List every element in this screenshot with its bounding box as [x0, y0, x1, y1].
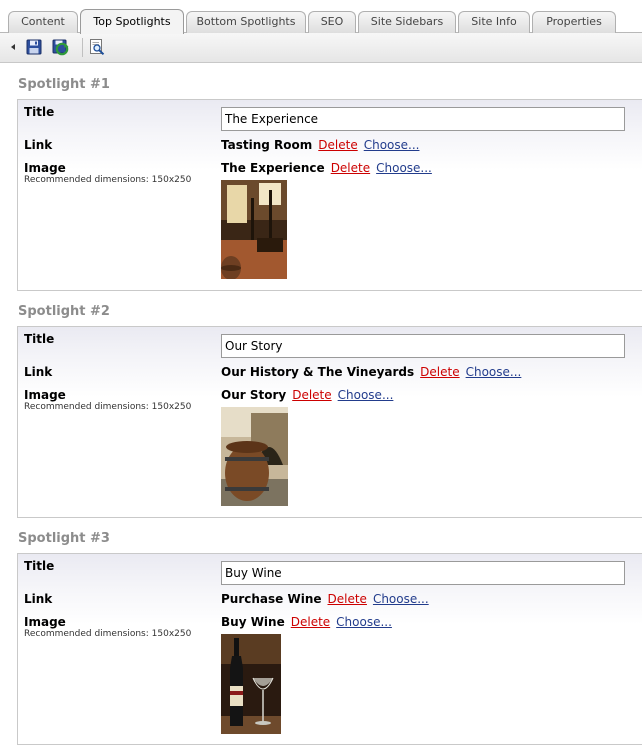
collapse-arrow-icon[interactable] — [11, 44, 15, 50]
toolbar — [0, 33, 642, 63]
toolbar-separator — [82, 38, 83, 57]
spotlight-3-thumbnail — [221, 634, 281, 734]
spotlight-3-link-value: Purchase Wine — [221, 592, 322, 606]
spotlight-1-image-choose[interactable]: Choose... — [376, 161, 432, 175]
spotlight-1-thumbnail — [221, 180, 287, 279]
spotlight-2-image-value: Our Story — [221, 388, 287, 402]
spotlight-3-title-input[interactable] — [221, 561, 625, 585]
spotlight-2-link-choose[interactable]: Choose... — [466, 365, 522, 379]
spotlight-3-image-delete[interactable]: Delete — [291, 615, 330, 629]
link-label: Link — [24, 138, 53, 152]
spotlight-1-image-row: The Experience Delete Choose... — [221, 161, 432, 175]
image-dimensions-hint: Recommended dimensions: 150x250 — [24, 629, 192, 639]
spotlight-1-image-value: The Experience — [221, 161, 325, 175]
spotlight-3-panel: Title Link Purchase WineDeleteChoose... … — [17, 553, 642, 745]
spotlight-1-link-value: Tasting Room — [221, 138, 313, 152]
spotlight-2-panel: Title Link Our History & The Vineyards De… — [17, 326, 642, 518]
spotlight-1-link-row: Tasting Room Delete Choose... — [221, 138, 419, 152]
spotlight-2-image-choose[interactable]: Choose... — [338, 388, 394, 402]
preview-icon[interactable] — [89, 39, 105, 55]
spotlight-3-image-row: Buy Wine Delete Choose... — [221, 615, 392, 629]
spotlight-2-heading: Spotlight #2 — [18, 304, 110, 319]
spotlight-3-heading: Spotlight #3 — [18, 531, 110, 546]
link-label: Link — [24, 592, 53, 606]
spotlight-3-image-choose[interactable]: Choose... — [336, 615, 392, 629]
title-label: Title — [24, 559, 55, 573]
tab-site-sidebars[interactable]: Site Sidebars — [358, 11, 456, 33]
title-label: Title — [24, 332, 55, 346]
tab-seo[interactable]: SEO — [308, 11, 356, 33]
spotlight-1-image-delete[interactable]: Delete — [331, 161, 370, 175]
spotlight-2-link-delete[interactable]: Delete — [420, 365, 459, 379]
image-dimensions-hint: Recommended dimensions: 150x250 — [24, 402, 192, 412]
spotlight-2-thumbnail — [221, 407, 288, 506]
spotlight-1-title-input[interactable] — [221, 107, 625, 131]
save-icon[interactable] — [26, 39, 42, 55]
spotlight-2-title-input[interactable] — [221, 334, 625, 358]
save-publish-icon[interactable] — [51, 38, 69, 56]
spotlight-2-image-delete[interactable]: Delete — [292, 388, 331, 402]
spotlight-1-link-choose[interactable]: Choose... — [364, 138, 420, 152]
image-dimensions-hint: Recommended dimensions: 150x250 — [24, 175, 192, 185]
spotlight-3-link-row: Purchase Wine Delete Choose... — [221, 592, 429, 606]
spotlight-3-image-value: Buy Wine — [221, 615, 285, 629]
tab-content[interactable]: Content — [8, 11, 78, 33]
image-label: Image — [24, 388, 66, 402]
spotlight-3-link-delete[interactable]: Delete — [328, 592, 367, 606]
image-label: Image — [24, 161, 66, 175]
link-label: Link — [24, 365, 53, 379]
spotlight-3-link-choose[interactable]: Choose... — [373, 592, 429, 606]
spotlight-2-image-row: Our Story Delete Choose... — [221, 388, 393, 402]
image-label: Image — [24, 615, 66, 629]
title-label: Title — [24, 105, 55, 119]
tab-site-info[interactable]: Site Info — [458, 11, 530, 33]
tab-bar: Content Top Spotlights Bottom Spotlights… — [0, 0, 642, 34]
spotlight-1-link-delete[interactable]: Delete — [318, 138, 357, 152]
tab-bottom-spotlights[interactable]: Bottom Spotlights — [186, 11, 306, 33]
spotlight-1-panel: Title Link Tasting Room Delete Choose... I… — [17, 99, 642, 291]
spotlight-2-link-row: Our History & The Vineyards Delete Choose.… — [221, 365, 521, 379]
tab-top-spotlights[interactable]: Top Spotlights — [80, 9, 184, 34]
spotlight-2-link-value: Our History & The Vineyards — [221, 365, 415, 379]
tab-properties[interactable]: Properties — [532, 11, 616, 33]
spotlight-1-heading: Spotlight #1 — [18, 77, 110, 92]
